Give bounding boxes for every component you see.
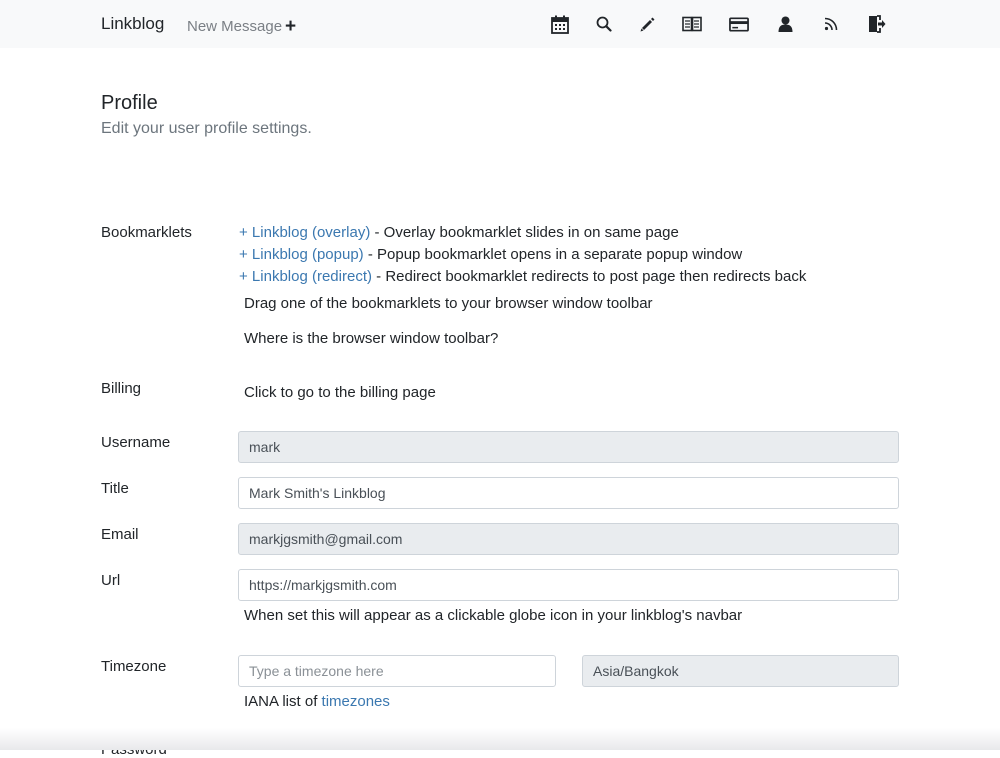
title-label: Title [101,480,129,497]
bookmarklet-redirect-link[interactable]: + Linkblog (redirect) [239,268,372,285]
page-title: Profile [101,92,158,114]
credit-card-icon[interactable] [729,14,749,34]
url-label: Url [101,572,121,589]
username-field[interactable] [238,431,899,463]
user-icon[interactable] [775,14,795,34]
bookmarklet-redirect-row: + Linkblog (redirect) - Redirect bookmar… [239,268,806,285]
billing-label: Billing [101,380,142,397]
billing-link[interactable]: Click to go to the billing page [244,384,436,401]
bookmarklet-popup-link[interactable]: + Linkblog (popup) [239,246,364,263]
bookmarklet-overlay-link[interactable]: + Linkblog (overlay) [239,224,370,241]
bookmarklet-overlay-row: + Linkblog (overlay) - Overlay bookmarkl… [239,224,679,241]
timezones-link[interactable]: timezones [322,693,390,710]
book-icon[interactable] [682,14,702,34]
email-field[interactable] [238,523,899,555]
bookmarklet-overlay-desc: - Overlay bookmarklet slides in on same … [370,224,679,241]
plus-icon: + [285,16,297,37]
search-icon[interactable] [594,14,614,34]
page-subtitle: Edit your user profile settings. [101,120,312,137]
rss-icon[interactable] [821,14,841,34]
bookmarklet-redirect-desc: - Redirect bookmarklet redirects to post… [371,268,807,285]
timezone-hint-text: IANA list of [244,693,322,710]
timezone-current-field[interactable] [582,655,899,687]
bottom-shadow [0,728,1000,750]
url-field[interactable] [238,569,899,601]
pencil-icon[interactable] [637,14,657,34]
timezone-search-input[interactable] [238,655,556,687]
logout-icon[interactable] [867,14,887,34]
bookmarklet-hint: Drag one of the bookmarklets to your bro… [244,295,653,312]
navbar: Linkblog New Message + [0,0,1000,48]
bookmarklet-popup-desc: - Popup bookmarklet opens in a separate … [363,246,743,263]
toolbar-help-link[interactable]: Where is the browser window toolbar? [244,330,498,347]
bookmarklets-label: Bookmarklets [101,224,192,241]
timezone-label: Timezone [101,658,167,675]
brand-link[interactable]: Linkblog [101,14,164,34]
new-message-link[interactable]: New Message + [187,15,296,37]
calendar-icon[interactable] [550,14,570,34]
bookmarklet-popup-row: + Linkblog (popup) - Popup bookmarklet o… [239,246,742,263]
username-label: Username [101,434,171,451]
email-label: Email [101,526,139,543]
url-hint: When set this will appear as a clickable… [244,607,743,624]
timezone-hint: IANA list of timezones [244,693,390,710]
title-field[interactable] [238,477,899,509]
new-message-label: New Message [187,18,283,35]
